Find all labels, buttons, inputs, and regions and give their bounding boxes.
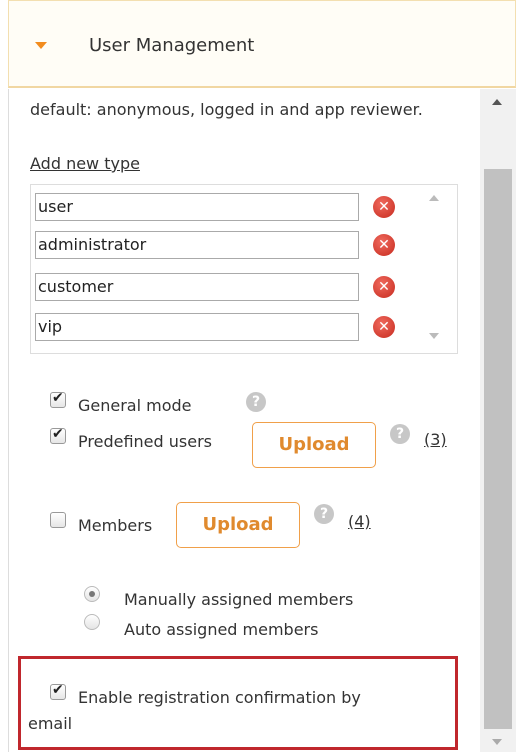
general-mode-label: General mode (78, 396, 192, 415)
panel-title: User Management (89, 35, 255, 56)
list-scroll-up-icon[interactable] (429, 195, 439, 201)
delete-type-icon[interactable]: ✕ (373, 234, 395, 256)
help-icon[interactable]: ? (390, 424, 410, 444)
collapse-arrow-icon[interactable] (35, 42, 47, 49)
delete-type-icon[interactable]: ✕ (373, 276, 395, 298)
user-type-field[interactable]: user (35, 193, 359, 221)
user-types-description: default: anonymous, logged in and app re… (30, 100, 423, 119)
general-mode-checkbox[interactable] (50, 390, 66, 408)
registration-confirmation-label-line2: email (28, 714, 73, 733)
add-new-type-link[interactable]: Add new type (30, 154, 140, 173)
user-type-list: user ✕ administrator ✕ customer ✕ vip ✕ (30, 184, 458, 354)
scroll-thumb[interactable] (484, 169, 512, 729)
user-management-header[interactable]: User Management (8, 0, 516, 88)
scroll-down-icon[interactable] (492, 739, 502, 745)
registration-confirmation-label: Enable registration confirmation by (78, 688, 361, 707)
list-scroll-down-icon[interactable] (429, 333, 439, 339)
auto-assigned-label: Auto assigned members (124, 620, 319, 639)
auto-assigned-radio[interactable] (84, 614, 100, 630)
help-icon[interactable]: ? (314, 504, 334, 524)
registration-confirmation-checkbox[interactable] (50, 682, 66, 700)
user-type-field[interactable]: vip (35, 313, 359, 341)
predefined-users-count-link[interactable]: (3) (424, 430, 447, 449)
user-type-field[interactable]: customer (35, 273, 359, 301)
predefined-users-upload-button[interactable]: Upload (252, 422, 376, 468)
predefined-users-checkbox[interactable] (50, 426, 66, 444)
manually-assigned-radio[interactable] (84, 586, 100, 602)
predefined-users-label: Predefined users (78, 432, 212, 451)
members-checkbox[interactable] (50, 512, 66, 528)
manually-assigned-label: Manually assigned members (124, 590, 354, 609)
help-icon[interactable]: ? (246, 392, 266, 412)
members-label: Members (78, 516, 153, 535)
delete-type-icon[interactable]: ✕ (373, 316, 395, 338)
panel-scrollbar[interactable] (480, 89, 516, 752)
delete-type-icon[interactable]: ✕ (373, 196, 395, 218)
scroll-up-icon[interactable] (492, 99, 502, 105)
members-count-link[interactable]: (4) (348, 512, 371, 531)
user-type-field[interactable]: administrator (35, 231, 359, 259)
members-upload-button[interactable]: Upload (176, 502, 300, 548)
